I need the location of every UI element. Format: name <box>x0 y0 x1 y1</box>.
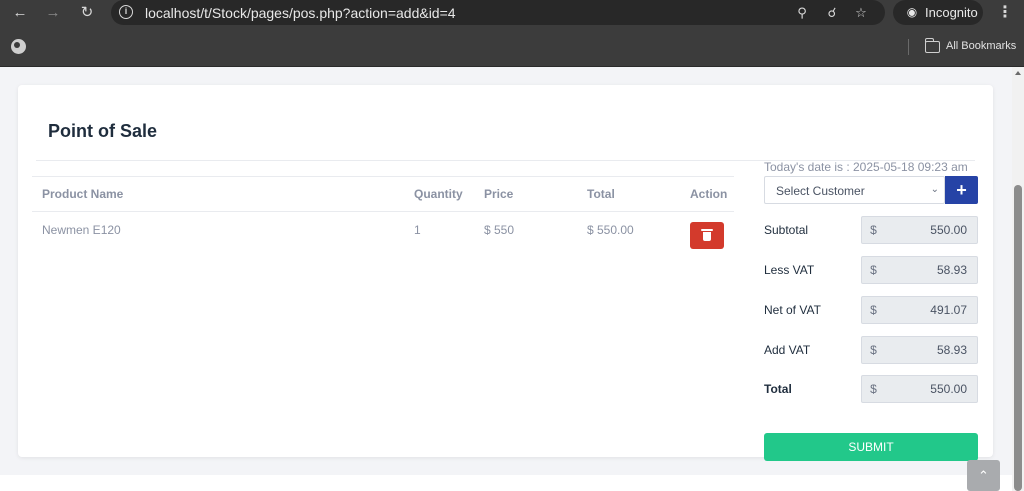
summary-row-net-of-vat: Net of VAT $ 491.07 <box>764 296 978 324</box>
pos-card: Point of Sale Product Name Quantity Pric… <box>18 85 993 461</box>
bookmarks-bar: All Bookmarks <box>0 27 1024 67</box>
currency-addon: $ <box>861 296 886 324</box>
bookmark-star-icon[interactable]: ☆ <box>852 4 870 22</box>
trash-icon <box>701 229 713 242</box>
summary-label: Net of VAT <box>764 303 821 317</box>
cell-product-name: Newmen E120 <box>42 223 121 237</box>
currency-addon: $ <box>861 375 886 403</box>
add-customer-button[interactable]: + <box>945 176 978 204</box>
add-vat-field: 58.93 <box>885 336 978 364</box>
chevron-down-icon: ⌄ <box>930 184 939 195</box>
summary-row-total: Total $ 550.00 <box>764 375 978 403</box>
summary-row-subtotal: Subtotal $ 550.00 <box>764 216 978 244</box>
net-of-vat-field: 491.07 <box>885 296 978 324</box>
cell-quantity: 1 <box>414 223 421 237</box>
page-footer-strip <box>0 475 1012 491</box>
summary-label: Total <box>764 382 792 396</box>
less-vat-field: 58.93 <box>885 256 978 284</box>
summary-label: Less VAT <box>764 263 815 277</box>
folder-icon[interactable] <box>924 38 940 53</box>
summary-label: Add VAT <box>764 343 811 357</box>
browser-toolbar: ← → ↻ i localhost/t/Stock/pages/pos.php?… <box>0 0 1024 27</box>
summary-row-less-vat: Less VAT $ 58.93 <box>764 256 978 284</box>
forward-arrow-icon[interactable]: → <box>43 4 63 22</box>
reload-icon[interactable]: ↻ <box>77 4 97 22</box>
password-key-icon[interactable]: ⚲ <box>793 4 811 22</box>
zoom-icon[interactable]: ☌ <box>823 4 841 22</box>
table-header: Product Name Quantity Price Total Action <box>32 176 734 212</box>
total-field: 550.00 <box>885 375 978 403</box>
header-total: Total <box>587 187 615 201</box>
incognito-label: Incognito <box>925 5 978 20</box>
subtotal-field: 550.00 <box>885 216 978 244</box>
submit-button[interactable]: SUBMIT <box>764 433 978 461</box>
summary-panel: Today's date is : 2025-05-18 09:23 am Se… <box>764 85 978 461</box>
back-arrow-icon[interactable]: ← <box>10 4 30 22</box>
summary-label: Subtotal <box>764 223 809 237</box>
cell-price: $ 550 <box>484 223 515 237</box>
page-scrollbar[interactable] <box>1012 67 1024 491</box>
currency-addon: $ <box>861 256 886 284</box>
header-price: Price <box>484 187 514 201</box>
page-content: Point of Sale Product Name Quantity Pric… <box>0 67 1012 491</box>
header-quantity: Quantity <box>414 187 463 201</box>
header-action: Action <box>690 187 728 201</box>
cell-total: $ 550.00 <box>587 223 634 237</box>
globe-icon[interactable] <box>11 39 26 54</box>
incognito-badge[interactable]: ◉ Incognito <box>893 0 983 25</box>
site-info-icon[interactable]: i <box>119 5 133 19</box>
all-bookmarks-link[interactable]: All Bookmarks <box>946 40 1016 52</box>
currency-addon: $ <box>861 336 886 364</box>
customer-select[interactable]: Select Customer ⌄ <box>764 176 945 204</box>
todays-date: Today's date is : 2025-05-18 09:23 am <box>764 160 968 174</box>
incognito-icon: ◉ <box>906 5 918 19</box>
address-bar[interactable]: i localhost/t/Stock/pages/pos.php?action… <box>111 0 885 25</box>
currency-addon: $ <box>861 216 886 244</box>
cart-table: Product Name Quantity Price Total Action… <box>32 176 734 252</box>
address-url[interactable]: localhost/t/Stock/pages/pos.php?action=a… <box>145 5 456 21</box>
header-product-name: Product Name <box>42 187 124 201</box>
page-title: Point of Sale <box>48 121 158 141</box>
summary-row-add-vat: Add VAT $ 58.93 <box>764 336 978 364</box>
bookmarks-divider <box>908 39 909 55</box>
delete-item-button[interactable] <box>690 222 724 249</box>
browser-menu-icon[interactable]: ⋮ <box>997 3 1013 23</box>
scroll-to-top-button[interactable]: ⌃ <box>967 460 1000 491</box>
table-row: Newmen E120 1 $ 550 $ 550.00 <box>32 212 734 252</box>
scroll-up-arrow-icon[interactable] <box>1015 71 1021 75</box>
customer-select-value: Select Customer <box>776 184 865 198</box>
scrollbar-thumb[interactable] <box>1014 185 1022 491</box>
